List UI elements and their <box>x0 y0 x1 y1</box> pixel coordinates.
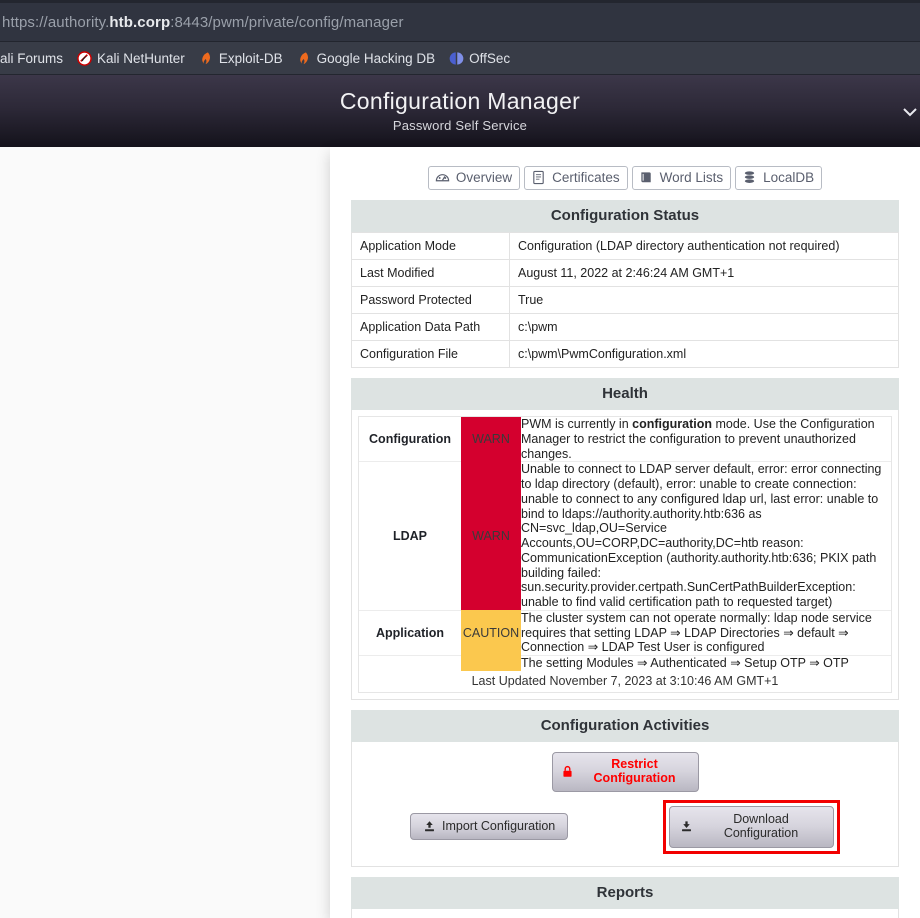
lock-icon <box>561 765 574 778</box>
address-bar[interactable]: https://authority.htb.corp:8443/pwm/priv… <box>0 0 920 42</box>
bookmarks-bar: ali Forums Kali NetHunter Exploit-DB Goo… <box>0 42 920 75</box>
tab-certificates[interactable]: Certificates <box>524 166 628 190</box>
section-title-configuration-activities: Configuration Activities <box>351 710 899 742</box>
restrict-row: Restrict Configuration <box>352 752 898 792</box>
section-title-configuration-status: Configuration Status <box>351 200 899 232</box>
bookmark-kali-nethunter[interactable]: Kali NetHunter <box>77 51 185 66</box>
page-title: Configuration Manager <box>339 88 581 115</box>
download-configuration-button[interactable]: Download Configuration <box>669 805 834 848</box>
tab-bar: Overview Certificates Word Lists LocalDB <box>330 147 920 200</box>
download-configuration-label: Download Configuration <box>723 811 799 841</box>
tab-word-lists[interactable]: Word Lists <box>631 166 732 190</box>
configuration-status-section: Configuration Status Application Mode Co… <box>351 200 899 368</box>
tab-label: Certificates <box>552 169 620 185</box>
download-highlight-box: Download Configuration <box>663 799 840 854</box>
bookmark-google-hacking-db[interactable]: Google Hacking DB <box>297 50 436 66</box>
import-configuration-button[interactable]: Import Configuration <box>410 813 569 840</box>
bookmark-label: ali Forums <box>0 50 64 66</box>
reports-box <box>351 908 899 918</box>
tab-localdb[interactable]: LocalDB <box>735 166 823 190</box>
health-status-badge: WARN <box>461 461 521 611</box>
dashboard-icon <box>435 170 450 185</box>
bookmark-offsec[interactable]: OffSec <box>449 51 510 66</box>
bookmark-label: Exploit-DB <box>218 50 283 66</box>
url-prefix: https://authority. <box>2 13 110 31</box>
row-value: August 11, 2022 at 2:46:24 AM GMT+1 <box>509 259 899 287</box>
health-detail: PWM is currently in configuration mode. … <box>521 417 891 463</box>
book-icon <box>639 170 654 185</box>
row-value: True <box>509 286 899 314</box>
row-key: Password Protected <box>351 286 510 314</box>
table-row: Application Mode Configuration (LDAP dir… <box>351 232 899 260</box>
health-scroll-area[interactable]: Configuration WARN PWM is currently in c… <box>358 416 892 693</box>
database-icon <box>742 170 757 185</box>
row-value: Configuration (LDAP directory authentica… <box>509 232 899 260</box>
row-key: Application Data Path <box>351 313 510 341</box>
activities-row: Import Configuration Download Configurat… <box>352 792 898 854</box>
row-key: Application Mode <box>351 232 510 260</box>
upload-icon <box>423 820 436 833</box>
health-status-badge: CAUTION <box>461 610 521 656</box>
health-section: Health Configuration WARN PWM is current… <box>351 378 899 700</box>
table-row: Application Data Path c:\pwm <box>351 313 899 341</box>
health-last-updated: Last Updated November 7, 2023 at 3:10:46… <box>359 671 891 692</box>
google-hacking-db-icon <box>297 51 312 66</box>
kali-nethunter-icon <box>77 50 92 66</box>
activities-box: Restrict Configuration Import Configurat… <box>351 742 899 867</box>
menu-icon[interactable] <box>902 103 918 119</box>
page-body: Overview Certificates Word Lists LocalDB… <box>0 147 920 918</box>
bookmark-kali-forums[interactable]: ali Forums <box>0 51 63 66</box>
bookmark-exploit-db[interactable]: Exploit-DB <box>199 51 283 66</box>
tab-label: Overview <box>455 169 513 185</box>
configuration-activities-section: Configuration Activities Restrict Config… <box>351 710 899 867</box>
tab-overview[interactable]: Overview <box>427 166 521 190</box>
health-table: Configuration WARN PWM is currently in c… <box>359 417 891 692</box>
bookmark-label: OffSec <box>469 50 511 66</box>
browser-chrome: https://authority.htb.corp:8443/pwm/priv… <box>0 0 920 75</box>
restrict-configuration-label: Restrict Configuration <box>593 757 676 786</box>
health-topic: Application <box>359 610 461 657</box>
health-detail: The cluster system can not operate norma… <box>521 610 891 657</box>
health-detail: Unable to connect to LDAP server default… <box>521 461 891 611</box>
table-row: Configuration File c:\pwm\PwmConfigurati… <box>351 340 899 368</box>
document-icon <box>531 170 546 185</box>
section-title-reports: Reports <box>351 876 899 909</box>
table-row: LDAP WARN Unable to connect to LDAP serv… <box>359 461 891 611</box>
tab-label: Word Lists <box>659 169 724 185</box>
table-row: Last Modified August 11, 2022 at 2:46:24… <box>351 259 899 287</box>
row-value: c:\pwm <box>509 313 899 341</box>
health-topic: LDAP <box>359 461 461 611</box>
content-panel: Overview Certificates Word Lists LocalDB… <box>330 147 920 918</box>
health-status-badge: WARN <box>461 417 521 462</box>
url-text: https://authority.htb.corp:8443/pwm/priv… <box>0 14 404 31</box>
bookmark-label: Google Hacking DB <box>316 50 436 66</box>
page-header: Configuration Manager Password Self Serv… <box>0 75 920 147</box>
health-detail-bold: configuration <box>632 417 712 431</box>
health-box: Configuration WARN PWM is currently in c… <box>351 410 899 700</box>
table-row: Application CAUTION The cluster system c… <box>359 610 891 657</box>
section-title-health: Health <box>351 378 899 410</box>
configuration-status-table: Application Mode Configuration (LDAP dir… <box>351 232 899 368</box>
tab-label: LocalDB <box>763 169 815 185</box>
import-configuration-label: Import Configuration <box>442 819 556 834</box>
row-key: Configuration File <box>351 340 510 368</box>
table-row: Password Protected True <box>351 286 899 314</box>
url-host: htb.corp <box>109 13 171 31</box>
table-row: Configuration WARN PWM is currently in c… <box>359 417 891 463</box>
url-suffix: :8443/pwm/private/config/manager <box>170 13 404 31</box>
row-key: Last Modified <box>351 259 510 287</box>
bookmark-label: Kali NetHunter <box>97 50 185 66</box>
download-icon <box>680 820 693 833</box>
reports-section: Reports <box>351 876 899 918</box>
offsec-icon <box>449 51 464 66</box>
restrict-configuration-button[interactable]: Restrict Configuration <box>551 752 699 792</box>
row-value: c:\pwm\PwmConfiguration.xml <box>509 340 899 368</box>
exploit-db-icon <box>199 51 214 66</box>
page-subtitle: Password Self Service <box>392 117 528 133</box>
health-detail-pre: PWM is currently in <box>521 417 633 431</box>
health-topic: Configuration <box>359 417 461 463</box>
